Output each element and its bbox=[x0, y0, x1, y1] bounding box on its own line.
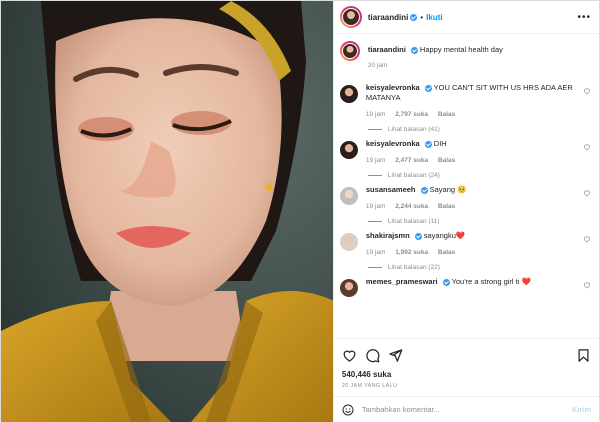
reply-button[interactable]: Balas bbox=[438, 203, 455, 210]
post-header: tiaraandini • Ikuti ••• bbox=[333, 1, 599, 34]
verified-badge-icon bbox=[410, 46, 418, 54]
portrait-image bbox=[1, 1, 333, 422]
post-age[interactable]: 20 JAM YANG LALU bbox=[342, 383, 591, 389]
comments-list[interactable]: tiaraandini Happy mental health day 20 j… bbox=[334, 35, 599, 335]
comment-text: You're a strong girl ti ❤️ bbox=[451, 277, 531, 286]
header-username[interactable]: tiaraandini bbox=[368, 13, 408, 22]
view-replies-button[interactable]: Lihat balasan (24) bbox=[368, 172, 579, 179]
comment-username[interactable]: shakirajsmn bbox=[366, 231, 410, 240]
reply-button[interactable]: Balas bbox=[438, 249, 455, 256]
comment-icon[interactable] bbox=[365, 348, 380, 363]
action-icons bbox=[342, 345, 591, 365]
comment-likes[interactable]: 1,992 suka bbox=[395, 249, 428, 256]
verified-badge-icon bbox=[420, 186, 428, 194]
view-replies-button[interactable]: Lihat balasan (41) bbox=[368, 126, 579, 133]
comment-item: susansameeh Sayang 🥺 19 jam 2,244 suka B… bbox=[339, 185, 591, 225]
like-comment-icon[interactable] bbox=[583, 87, 591, 95]
post-side-panel: tiaraandini • Ikuti ••• tiaraandini Happ… bbox=[332, 1, 599, 422]
comment-input[interactable] bbox=[361, 405, 572, 414]
reply-button[interactable]: Balas bbox=[438, 111, 455, 118]
comment-likes[interactable]: 2,477 suka bbox=[395, 157, 428, 164]
comment-avatar[interactable] bbox=[339, 187, 358, 205]
caption-avatar[interactable] bbox=[339, 41, 360, 61]
comment-item: shakirajsmn sayangku❤️ 19 jam 1,992 suka… bbox=[339, 231, 591, 271]
caption-username[interactable]: tiaraandini bbox=[368, 45, 406, 54]
comment-composer: Kirim bbox=[333, 396, 599, 422]
post-caption: tiaraandini Happy mental health day 20 j… bbox=[339, 41, 591, 69]
verified-badge-icon bbox=[414, 232, 422, 240]
bookmark-icon[interactable] bbox=[576, 348, 591, 363]
like-comment-icon[interactable] bbox=[583, 189, 591, 197]
verified-badge-icon bbox=[442, 278, 450, 286]
likes-count[interactable]: 540,446 suka bbox=[342, 370, 591, 379]
send-button[interactable]: Kirim bbox=[572, 405, 591, 414]
profile-avatar[interactable] bbox=[339, 6, 362, 28]
verified-badge-icon bbox=[424, 84, 432, 92]
comment-avatar[interactable] bbox=[339, 279, 358, 297]
comment-avatar[interactable] bbox=[339, 141, 358, 159]
separator-dot: • bbox=[420, 12, 424, 22]
post-actions: 540,446 suka 20 JAM YANG LALU bbox=[333, 338, 599, 389]
like-comment-icon[interactable] bbox=[583, 235, 591, 243]
emoji-icon[interactable] bbox=[342, 404, 354, 416]
comment-likes[interactable]: 2,244 suka bbox=[395, 203, 428, 210]
comment-item: keisyalevronka DIH 19 jam 2,477 suka Bal… bbox=[339, 139, 591, 179]
comment-time[interactable]: 19 jam bbox=[366, 203, 386, 210]
comment-text: sayangku❤️ bbox=[423, 231, 466, 240]
comment-time[interactable]: 19 jam bbox=[366, 157, 386, 164]
reply-button[interactable]: Balas bbox=[438, 157, 455, 164]
caption-time[interactable]: 20 jam bbox=[368, 62, 388, 69]
verified-badge-icon bbox=[410, 13, 418, 21]
caption-text: Happy mental health day bbox=[419, 45, 503, 54]
view-replies-button[interactable]: Lihat balasan (11) bbox=[368, 218, 579, 225]
instagram-post: tiaraandini • Ikuti ••• tiaraandini Happ… bbox=[0, 0, 600, 422]
view-replies-button[interactable]: Lihat balasan (22) bbox=[368, 264, 579, 271]
comment-item: memes_prameswari You're a strong girl ti… bbox=[339, 277, 591, 297]
more-options-icon[interactable]: ••• bbox=[577, 12, 591, 23]
comment-avatar[interactable] bbox=[339, 85, 358, 103]
comment-username[interactable]: keisyalevronka bbox=[366, 83, 420, 92]
comment-avatar[interactable] bbox=[339, 233, 358, 251]
comment-time[interactable]: 19 jam bbox=[366, 111, 386, 118]
comment-time[interactable]: 19 jam bbox=[366, 249, 386, 256]
share-icon[interactable] bbox=[388, 348, 403, 363]
comment-item: keisyalevronka YOU CAN'T SIT WITH US HRS… bbox=[339, 83, 591, 133]
comment-username[interactable]: keisyalevronka bbox=[366, 139, 420, 148]
heart-icon[interactable] bbox=[342, 348, 357, 363]
comment-likes[interactable]: 2,797 suka bbox=[395, 111, 428, 118]
comment-text: Sayang 🥺 bbox=[429, 185, 467, 194]
comment-username[interactable]: susansameeh bbox=[366, 185, 416, 194]
verified-badge-icon bbox=[424, 140, 432, 148]
like-comment-icon[interactable] bbox=[583, 143, 591, 151]
like-comment-icon[interactable] bbox=[583, 281, 591, 289]
comment-text: DIH bbox=[433, 139, 447, 148]
post-photo[interactable] bbox=[1, 1, 333, 422]
comment-username[interactable]: memes_prameswari bbox=[366, 277, 438, 286]
follow-button[interactable]: Ikuti bbox=[426, 13, 442, 22]
